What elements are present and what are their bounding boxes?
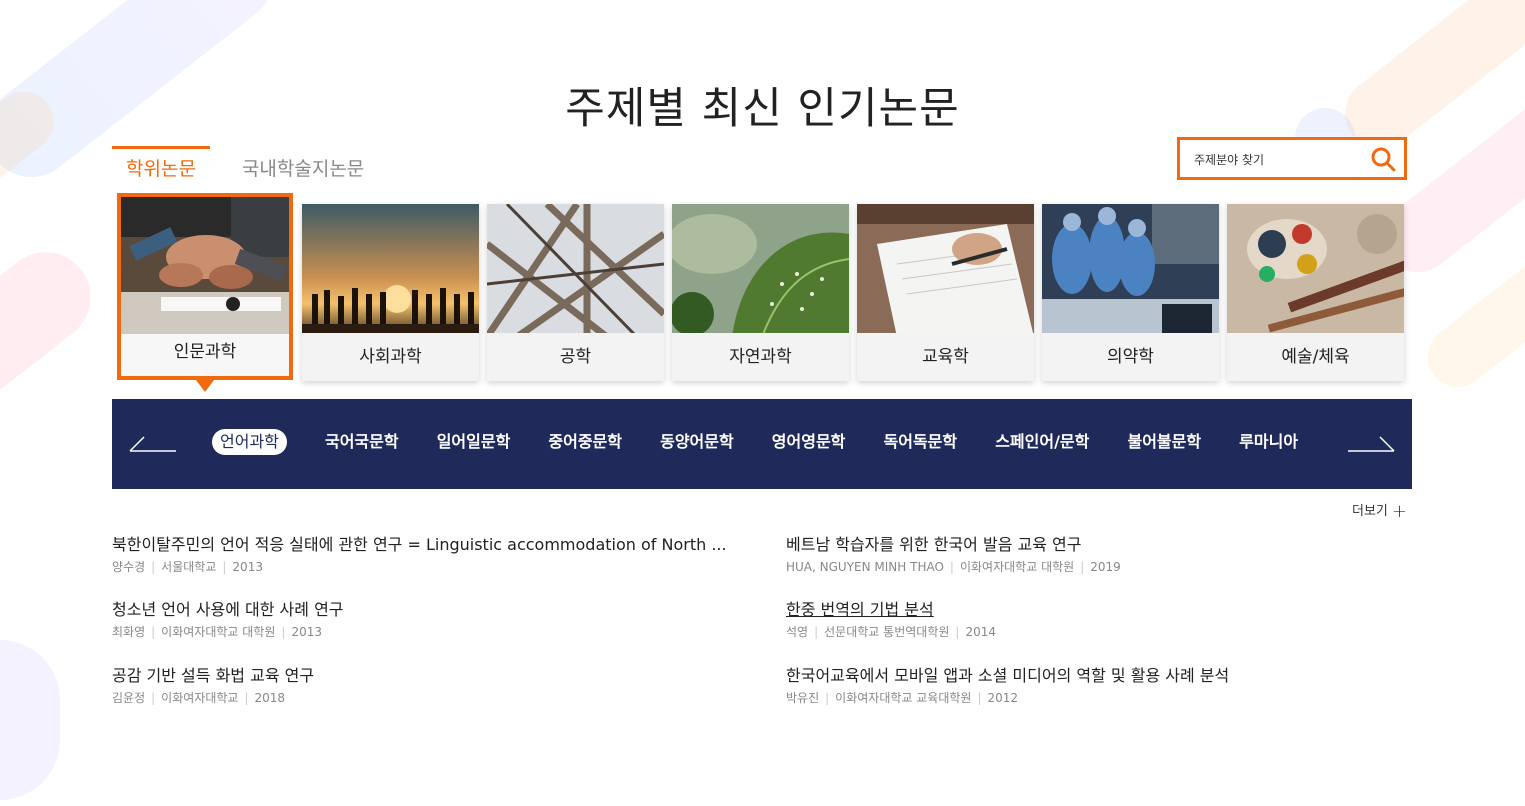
category-label: 예술/체육: [1227, 333, 1404, 381]
subnav-item[interactable]: 언어과학: [212, 429, 287, 455]
paper-institution: 서울대학교: [161, 560, 217, 574]
paper-meta: 양수경 | 서울대학교 | 2013: [112, 560, 263, 574]
paper-item: 북한이탈주민의 언어 적응 실태에 관한 연구 = Linguistic acc…: [112, 534, 732, 575]
subnav-item[interactable]: 독어독문학: [884, 429, 958, 455]
paper-year: 2013: [291, 625, 322, 639]
arts-sports-image: [1227, 204, 1404, 337]
category-engineering[interactable]: 공학: [487, 204, 664, 381]
paper-meta: HUA, NGUYEN MINH THAO | 이화여자대학교 대학원 | 2019: [786, 560, 1121, 574]
paper-author: 김윤정: [112, 691, 146, 705]
more-link[interactable]: 더보기 +: [1352, 500, 1407, 522]
subject-search-input[interactable]: [1192, 148, 1366, 172]
background-decoration: [0, 234, 109, 416]
category-arts-sports[interactable]: 예술/체육: [1227, 204, 1404, 381]
paper-institution: 이화여자대학교 대학원: [161, 625, 276, 639]
paper-institution: 이화여자대학교 대학원: [959, 560, 1075, 574]
category-medicine[interactable]: 의약학: [1042, 204, 1219, 381]
paper-item: 청소년 언어 사용에 대한 사례 연구 최화영 | 이화여자대학교 대학원 | 2013: [112, 599, 732, 640]
category-label: 사회과학: [302, 333, 479, 381]
plus-icon: +: [1391, 501, 1407, 522]
subnav-item[interactable]: 중어중문학: [548, 429, 622, 455]
paper-title[interactable]: 한중 번역의 기법 분석: [786, 599, 1406, 621]
subnav-prev-button[interactable]: [128, 429, 178, 455]
paper-author: 박유진: [786, 691, 820, 705]
paper-title[interactable]: 공감 기반 설득 화법 교육 연구: [112, 665, 732, 687]
paper-title[interactable]: 북한이탈주민의 언어 적응 실태에 관한 연구 = Linguistic acc…: [112, 534, 732, 556]
paper-author: HUA, NGUYEN MINH THAO: [786, 560, 944, 574]
arrow-right-icon: [1348, 436, 1395, 452]
category-humanities[interactable]: 인문과학: [117, 193, 293, 380]
category-label: 공학: [487, 333, 664, 381]
arrow-left-icon: [129, 436, 176, 452]
humanities-image: [121, 197, 289, 338]
subnav-item[interactable]: 영어영문학: [772, 429, 846, 455]
category-label: 교육학: [857, 333, 1034, 381]
category-label: 의약학: [1042, 333, 1219, 381]
paper-item: 한중 번역의 기법 분석 석영 | 선문대학교 통번역대학원 | 2014: [786, 599, 1406, 640]
subnav-item[interactable]: 루마니아: [1239, 429, 1298, 455]
medicine-image: [1042, 204, 1219, 337]
paper-type-tabs: 학위논문 국내학술지논문: [112, 146, 378, 186]
category-natural-science[interactable]: 자연과학: [672, 204, 849, 381]
paper-year: 2012: [987, 691, 1019, 705]
paper-institution: 선문대학교 통번역대학원: [824, 625, 950, 639]
more-label: 더보기: [1352, 504, 1388, 519]
search-icon: [1371, 147, 1396, 172]
paper-year: 2013: [232, 560, 263, 574]
engineering-image: [487, 204, 664, 337]
category-label: 자연과학: [672, 333, 849, 381]
subnav-item[interactable]: 일어일문학: [437, 429, 511, 455]
paper-year: 2018: [254, 691, 286, 705]
search-button[interactable]: [1370, 146, 1396, 172]
subnav-item[interactable]: 국어국문학: [325, 429, 399, 455]
paper-item: 베트남 학습자를 위한 한국어 발음 교육 연구 HUA, NGUYEN MIN…: [786, 534, 1406, 575]
category-education[interactable]: 교육학: [857, 204, 1034, 381]
paper-year: 2019: [1090, 560, 1121, 574]
paper-title[interactable]: 한국어교육에서 모바일 앱과 소셜 미디어의 역할 및 활용 사례 분석: [786, 665, 1406, 687]
active-category-pointer: [196, 380, 214, 392]
subnav-item[interactable]: 스페인어/문학: [995, 429, 1089, 455]
subnav-items: 언어과학 국어국문학 일어일문학 중어중문학 동양어문학 영어영문학 독어독문학…: [212, 429, 1332, 459]
paper-meta: 김윤정 | 이화여자대학교 | 2018: [112, 691, 286, 705]
paper-author: 최화영: [112, 625, 146, 639]
social-science-image: [302, 204, 479, 337]
tab-degree-thesis[interactable]: 학위논문: [112, 146, 210, 186]
education-image: [857, 204, 1034, 337]
paper-meta: 최화영 | 이화여자대학교 대학원 | 2013: [112, 625, 322, 639]
paper-author: 석영: [786, 625, 809, 639]
paper-institution: 이화여자대학교 교육대학원: [835, 691, 972, 705]
tab-domestic-journal[interactable]: 국내학술지논문: [228, 146, 378, 186]
subnav-item[interactable]: 불어불문학: [1127, 429, 1201, 455]
paper-item: 한국어교육에서 모바일 앱과 소셜 미디어의 역할 및 활용 사례 분석 박유진…: [786, 665, 1406, 706]
category-social-science[interactable]: 사회과학: [302, 204, 479, 381]
background-decoration: [0, 640, 60, 800]
paper-item: 공감 기반 설득 화법 교육 연구 김윤정 | 이화여자대학교 | 2018: [112, 665, 732, 706]
page-title: 주제별 최신 인기논문: [565, 84, 960, 134]
paper-year: 2014: [965, 625, 996, 639]
subcategory-nav: 언어과학 국어국문학 일어일문학 중어중문학 동양어문학 영어영문학 독어독문학…: [112, 399, 1412, 489]
paper-title[interactable]: 청소년 언어 사용에 대한 사례 연구: [112, 599, 732, 621]
natural-science-image: [672, 204, 849, 337]
subnav-next-button[interactable]: [1346, 429, 1396, 455]
paper-meta: 박유진 | 이화여자대학교 교육대학원 | 2012: [786, 691, 1019, 705]
category-label: 인문과학: [121, 334, 289, 376]
paper-meta: 석영 | 선문대학교 통번역대학원 | 2014: [786, 625, 996, 639]
paper-title[interactable]: 베트남 학습자를 위한 한국어 발음 교육 연구: [786, 534, 1406, 556]
paper-institution: 이화여자대학교: [161, 691, 239, 705]
subject-search-box: [1177, 137, 1407, 180]
subnav-item[interactable]: 동양어문학: [660, 429, 734, 455]
paper-author: 양수경: [112, 560, 146, 574]
